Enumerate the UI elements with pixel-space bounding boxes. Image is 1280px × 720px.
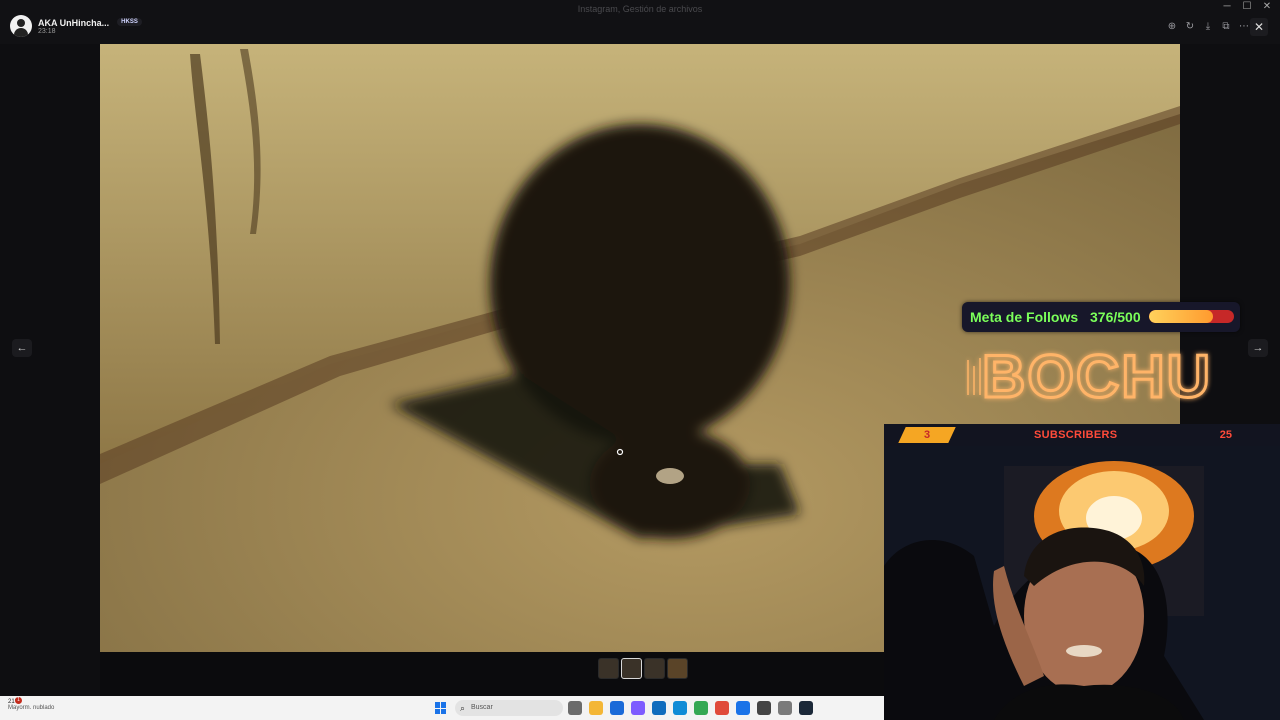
follows-progress-bar [1149, 310, 1234, 323]
thumbnail[interactable] [644, 658, 665, 679]
follows-goal-widget: Meta de Follows 376/500 [962, 302, 1240, 332]
previous-image-button[interactable]: ← [12, 339, 32, 357]
follows-goal-label: Meta de Follows [970, 309, 1079, 325]
taskbar-app-icon[interactable] [778, 701, 792, 715]
taskbar-app-icon[interactable] [652, 701, 666, 715]
taskbar-app-icon[interactable] [589, 701, 603, 715]
window-title: Instagram, Gestión de archivos [577, 4, 703, 14]
taskbar-app-icon[interactable] [631, 701, 645, 715]
thumbnail-active[interactable] [621, 658, 642, 679]
thumbnail-strip [598, 658, 688, 679]
subscribers-goal: 25 [1219, 429, 1232, 441]
subscribers-count: 3 [923, 429, 931, 441]
close-viewer-button[interactable]: ✕ [1250, 18, 1268, 36]
brand-logo: BOCHU [967, 342, 1212, 410]
taskbar: 21°C Mayorm. nublado 1 Buscar [0, 696, 884, 720]
window-controls: ─ ☐ ✕ [1220, 2, 1274, 12]
maximize-button[interactable]: ☐ [1240, 2, 1254, 12]
taskbar-app-icon[interactable] [736, 701, 750, 715]
background-sidebar [0, 44, 100, 696]
author-name[interactable]: AKA UnHincha... [38, 18, 109, 28]
taskbar-app-icon[interactable] [799, 701, 813, 715]
open-external-icon[interactable]: ⧉ [1218, 19, 1234, 35]
notification-badge: 1 [15, 697, 22, 704]
author-info[interactable]: AKA UnHincha... 23:18 HKSS [10, 15, 142, 37]
taskbar-search[interactable]: Buscar [455, 700, 563, 716]
taskbar-app-icon[interactable] [694, 701, 708, 715]
taskbar-app-icon[interactable] [568, 701, 582, 715]
timestamp: 23:18 [38, 27, 56, 35]
avatar[interactable] [10, 15, 32, 37]
taskbar-app-icon[interactable] [610, 701, 624, 715]
window-close-button[interactable]: ✕ [1260, 2, 1274, 12]
webcam-feed [884, 446, 1280, 720]
taskbar-app-icon[interactable] [673, 701, 687, 715]
subscribers-count-box: 3 [898, 427, 956, 443]
weather-description: Mayorm. nublado [8, 705, 55, 711]
subscribers-bar: 3 SUBSCRIBERS 25 [884, 424, 1280, 446]
subscribers-label: SUBSCRIBERS [1034, 429, 1118, 441]
taskbar-app-icon[interactable] [757, 701, 771, 715]
download-icon[interactable]: ⤓ [1200, 19, 1216, 35]
server-badge: HKSS [117, 17, 142, 26]
webcam-panel: 3 SUBSCRIBERS 25 [884, 424, 1280, 720]
next-image-button[interactable]: → [1248, 339, 1268, 357]
taskbar-app-icon[interactable] [715, 701, 729, 715]
brand-text: BOCHU [982, 343, 1212, 410]
zoom-in-icon[interactable]: ⊕ [1164, 19, 1180, 35]
rotate-icon[interactable]: ↻ [1182, 19, 1198, 35]
minimize-button[interactable]: ─ [1220, 2, 1234, 12]
thumbnail[interactable] [598, 658, 619, 679]
follows-goal-value: 376/500 [1090, 309, 1141, 325]
taskbar-apps [568, 701, 813, 715]
viewer-top-bar: Instagram, Gestión de archivos ─ ☐ ✕ AKA… [0, 0, 1280, 44]
viewer-toolbar: ⊕ ↻ ⤓ ⧉ ⋯ [1164, 19, 1252, 35]
start-button[interactable] [435, 702, 447, 714]
thumbnail[interactable] [667, 658, 688, 679]
follows-progress-fill [1149, 310, 1213, 323]
